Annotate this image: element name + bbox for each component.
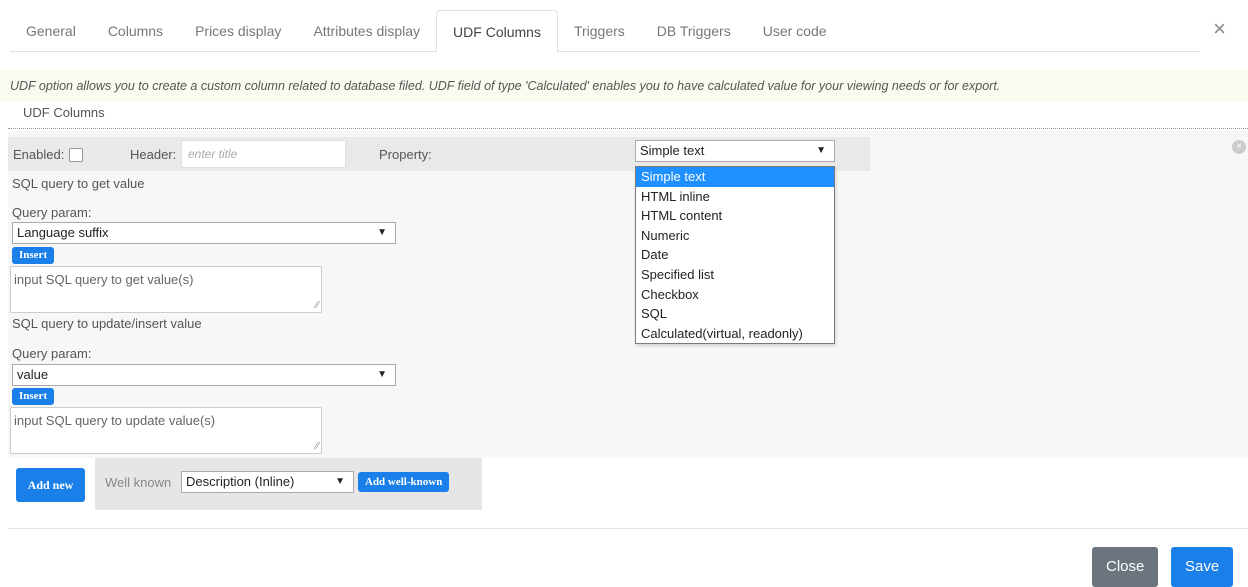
tab-triggers[interactable]: Triggers <box>558 10 641 52</box>
save-button[interactable]: Save <box>1171 547 1234 587</box>
header-input[interactable]: enter title <box>181 140 346 168</box>
update-value-title: SQL query to update/insert value <box>12 316 202 331</box>
property-option-sql[interactable]: SQL <box>636 304 834 324</box>
property-label: Property: <box>379 147 432 162</box>
get-query-param-value: Language suffix <box>17 225 109 240</box>
add-new-button[interactable]: Add new <box>16 468 85 502</box>
resize-grip-icon[interactable]: ⁄⁄ <box>316 300 319 311</box>
resize-grip-icon[interactable]: ⁄⁄ <box>316 441 319 452</box>
property-option-date[interactable]: Date <box>636 245 834 265</box>
update-query-param-label: Query param: <box>12 346 92 361</box>
property-option-specified-list[interactable]: Specified list <box>636 265 834 285</box>
info-text: UDF option allows you to create a custom… <box>0 70 1248 102</box>
property-select[interactable]: Simple text ▼ <box>635 140 835 162</box>
property-select-value: Simple text <box>640 143 705 158</box>
tab-user-code[interactable]: User code <box>747 10 843 52</box>
get-value-title: SQL query to get value <box>12 176 145 191</box>
header-label: Header: <box>130 147 177 162</box>
tab-general[interactable]: General <box>10 10 92 52</box>
tab-db-triggers[interactable]: DB Triggers <box>641 10 747 52</box>
property-dropdown-list: Simple text HTML inline HTML content Num… <box>635 166 835 345</box>
property-option-calculated[interactable]: Calculated(virtual, readonly) <box>636 324 834 344</box>
chevron-down-icon: ▼ <box>816 145 826 156</box>
tab-prices-display[interactable]: Prices display <box>179 10 297 52</box>
property-option-html-content[interactable]: HTML content <box>636 206 834 226</box>
get-sql-placeholder: input SQL query to get value(s) <box>14 272 194 287</box>
get-query-param-label: Query param: <box>12 205 92 220</box>
chevron-down-icon: ▼ <box>377 227 387 238</box>
well-known-value: Description (Inline) <box>186 474 295 489</box>
remove-row-icon[interactable]: × <box>1232 140 1246 154</box>
update-sql-placeholder: input SQL query to update value(s) <box>14 413 216 428</box>
close-icon[interactable]: × <box>1213 18 1226 40</box>
tab-columns[interactable]: Columns <box>92 10 179 52</box>
update-query-param-select[interactable]: value ▼ <box>12 364 396 386</box>
well-known-select[interactable]: Description (Inline) ▼ <box>181 471 354 493</box>
section-divider <box>8 128 1248 129</box>
tab-bar: General Columns Prices display Attribute… <box>10 10 1200 53</box>
property-option-checkbox[interactable]: Checkbox <box>636 285 834 305</box>
close-button[interactable]: Close <box>1092 547 1159 587</box>
footer-divider <box>8 528 1248 529</box>
get-insert-button[interactable]: Insert <box>12 247 55 264</box>
update-insert-button[interactable]: Insert <box>12 388 55 405</box>
property-option-numeric[interactable]: Numeric <box>636 226 834 246</box>
tab-attributes-display[interactable]: Attributes display <box>297 10 436 52</box>
get-query-param-select[interactable]: Language suffix ▼ <box>12 222 396 244</box>
chevron-down-icon: ▼ <box>377 369 387 380</box>
enabled-label: Enabled: <box>13 147 65 162</box>
enabled-checkbox[interactable] <box>69 148 83 162</box>
update-query-param-value: value <box>17 367 49 382</box>
property-option-simple-text[interactable]: Simple text <box>636 167 834 187</box>
well-known-label: Well known <box>105 475 172 490</box>
property-option-html-inline[interactable]: HTML inline <box>636 187 834 207</box>
get-sql-textarea[interactable]: input SQL query to get value(s) ⁄⁄ <box>10 266 322 313</box>
update-sql-textarea[interactable]: input SQL query to update value(s) ⁄⁄ <box>10 407 322 454</box>
tab-udf-columns[interactable]: UDF Columns <box>436 10 558 53</box>
section-title: UDF Columns <box>23 105 105 120</box>
chevron-down-icon: ▼ <box>335 476 345 487</box>
add-well-known-button[interactable]: Add well-known <box>358 472 450 492</box>
